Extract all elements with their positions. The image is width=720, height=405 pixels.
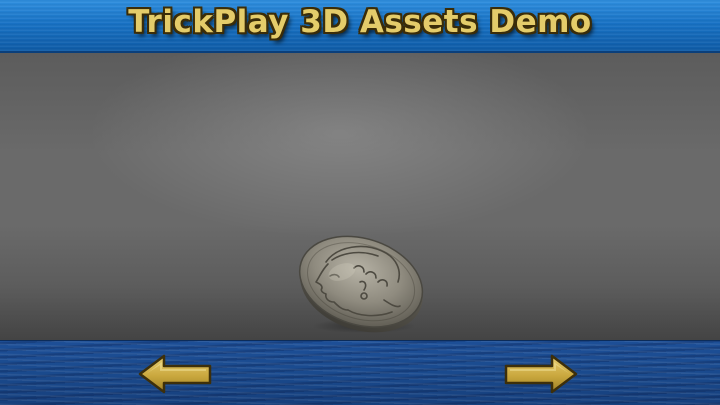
coin-icon <box>298 235 424 333</box>
coin-model[interactable] <box>292 232 432 334</box>
app-window: TrickPlay 3D Assets Demo <box>0 0 720 405</box>
footer-bar <box>0 340 720 405</box>
arrow-right-icon <box>504 354 578 394</box>
arrow-left-icon <box>138 354 212 394</box>
header-banner: TrickPlay 3D Assets Demo <box>0 0 720 53</box>
previous-asset-button[interactable] <box>136 353 214 395</box>
page-title: TrickPlay 3D Assets Demo <box>128 4 592 40</box>
next-asset-button[interactable] <box>502 353 580 395</box>
